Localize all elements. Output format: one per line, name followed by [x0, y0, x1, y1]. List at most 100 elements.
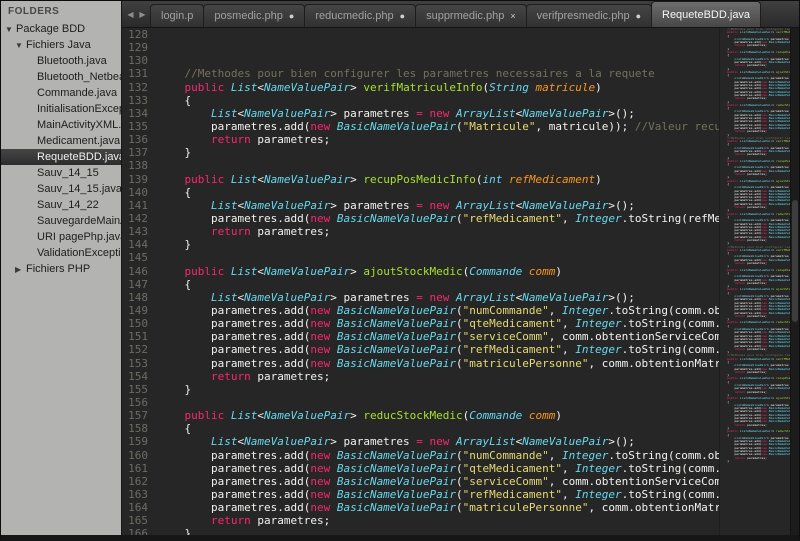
- sidebar-item[interactable]: ValidationExceptio: [1, 245, 121, 261]
- code-token: parametres.add(: [158, 343, 310, 356]
- tab-scroll-left-icon[interactable]: ◀: [126, 10, 135, 19]
- sidebar-item[interactable]: Sauv_14_22: [1, 197, 121, 213]
- main-area: ◀ ▶ login.pposmedic.php●reducmedic.php●s…: [122, 1, 799, 535]
- code-line[interactable]: 138: [122, 159, 719, 172]
- code-token: > parametres: [330, 291, 416, 304]
- code-line[interactable]: 165 return parametres;: [122, 514, 719, 527]
- line-number: 160: [122, 449, 158, 462]
- code-token: BasicNameValuePair: [769, 94, 790, 97]
- code-line[interactable]: 145: [122, 251, 719, 264]
- code-line[interactable]: 164 parametres.add(new BasicNameValuePai…: [122, 501, 719, 514]
- code-line[interactable]: 141 List<NameValuePair> parametres = new…: [122, 199, 719, 212]
- code-token: List: [231, 265, 258, 278]
- code-token: ,: [562, 343, 575, 356]
- code-line[interactable]: 160 parametres.add(new BasicNameValuePai…: [122, 449, 719, 462]
- code-line[interactable]: 128: [122, 28, 719, 41]
- sidebar-item[interactable]: URI pagePhp.java: [1, 229, 121, 245]
- editor[interactable]: 128129130131 //Methodes pour bien config…: [122, 28, 799, 535]
- minimap[interactable]: //Methodes pour bien configurer les para…: [719, 28, 790, 535]
- code-line[interactable]: 140 {: [122, 186, 719, 199]
- dirty-indicator[interactable]: ●: [636, 11, 641, 21]
- scrollbar-thumb[interactable]: [792, 200, 798, 322]
- code-line[interactable]: 153 parametres.add(new BasicNameValuePai…: [122, 357, 719, 370]
- code-line[interactable]: 142 parametres.add(new BasicNameValuePai…: [122, 212, 719, 225]
- close-icon[interactable]: ×: [510, 11, 515, 21]
- sidebar-item[interactable]: ▼Fichiers Java: [1, 37, 121, 53]
- code-line[interactable]: 146 public List<NameValuePair> ajoutStoc…: [122, 265, 719, 278]
- code-line[interactable]: 157 public List<NameValuePair> reducStoc…: [122, 409, 719, 422]
- sidebar-item[interactable]: Bluetooth.java: [1, 53, 121, 69]
- code-line[interactable]: 135 parametres.add(new BasicNameValuePai…: [122, 120, 719, 133]
- code-line[interactable]: 131 //Methodes pour bien configurer les …: [122, 67, 719, 80]
- sidebar-item[interactable]: MainActivityXML.x: [1, 117, 121, 133]
- editor-tab[interactable]: reducmedic.php●: [304, 4, 416, 27]
- code-token: (: [476, 173, 483, 186]
- code-token: parametres;: [745, 391, 767, 394]
- code-token: (: [456, 475, 463, 488]
- sidebar-item[interactable]: InitialisationExcep: [1, 101, 121, 117]
- code-line[interactable]: 161 parametres.add(new BasicNameValuePai…: [122, 462, 719, 475]
- code-line[interactable]: 150 parametres.add(new BasicNameValuePai…: [122, 317, 719, 330]
- sidebar-item[interactable]: Bluetooth_Netbea: [1, 69, 121, 85]
- sidebar-item[interactable]: ▼Package BDD: [1, 21, 121, 37]
- code-token: new: [310, 462, 337, 475]
- code-token: return: [734, 130, 745, 133]
- editor-tab[interactable]: supprmedic.php×: [415, 4, 527, 27]
- code-token: >: [350, 409, 363, 422]
- code-line[interactable]: 147 {: [122, 278, 719, 291]
- code-area[interactable]: 128129130131 //Methodes pour bien config…: [122, 28, 719, 535]
- code-line[interactable]: 130: [122, 54, 719, 67]
- code-line[interactable]: 143 return parametres;: [122, 225, 719, 238]
- code-line[interactable]: 156: [122, 396, 719, 409]
- editor-tab[interactable]: RequeteBDD.java: [651, 1, 761, 27]
- code-token: return: [211, 370, 251, 383]
- code-line[interactable]: 132 public List<NameValuePair> verifMatr…: [122, 81, 719, 94]
- sidebar-item[interactable]: SauvegardeMainA: [1, 213, 121, 229]
- code-token: Integer: [575, 488, 621, 501]
- dirty-indicator[interactable]: ●: [289, 11, 294, 21]
- code-line[interactable]: 154 return parametres;: [122, 370, 719, 383]
- code-line[interactable]: 166 }: [122, 527, 719, 535]
- code-line[interactable]: 159 List<NameValuePair> parametres = new…: [122, 435, 719, 448]
- code-token: //Methodes pour bien configurer les para…: [185, 67, 655, 80]
- vertical-scrollbar[interactable]: [790, 28, 799, 535]
- code-line[interactable]: 136 return parametres;: [122, 133, 719, 146]
- code-line[interactable]: 162 parametres.add(new BasicNameValuePai…: [122, 475, 719, 488]
- code-line[interactable]: 149 parametres.add(new BasicNameValuePai…: [122, 304, 719, 317]
- dirty-indicator[interactable]: ●: [400, 11, 405, 21]
- sidebar-item[interactable]: Sauv_14_15.java: [1, 181, 121, 197]
- code-token: .toString(comm.obtentionQteMedicament())…: [622, 317, 719, 330]
- code-token: BasicNameValuePair: [769, 279, 790, 282]
- code-line[interactable]: 151 parametres.add(new BasicNameValuePai…: [122, 330, 719, 343]
- editor-tab[interactable]: verifpresmedic.php●: [526, 4, 652, 27]
- code-token: NameValuePair: [264, 173, 350, 186]
- code-token: {: [158, 278, 191, 291]
- code-line[interactable]: 134 List<NameValuePair> parametres = new…: [122, 107, 719, 120]
- code-line[interactable]: 155 }: [122, 383, 719, 396]
- code-token: BasicNameValuePair: [769, 453, 790, 456]
- sidebar-item[interactable]: ▶Fichiers PHP: [1, 261, 121, 277]
- code-line[interactable]: 133 {: [122, 94, 719, 107]
- code-token: [158, 291, 211, 304]
- code-line[interactable]: 137 }: [122, 146, 719, 159]
- sidebar-item[interactable]: Medicament.java: [1, 133, 121, 149]
- code-line[interactable]: 129: [122, 41, 719, 54]
- line-number: 164: [122, 501, 158, 514]
- code-line[interactable]: 139 public List<NameValuePair> recupPosM…: [122, 173, 719, 186]
- editor-tab[interactable]: login.p: [150, 4, 204, 27]
- line-number: 153: [122, 357, 158, 370]
- code-line[interactable]: 158 {: [122, 422, 719, 435]
- tab-scroll-right-icon[interactable]: ▶: [138, 10, 147, 19]
- code-token: ,: [562, 462, 575, 475]
- code-line[interactable]: 148 List<NameValuePair> parametres = new…: [122, 291, 719, 304]
- code-token: parametres;: [251, 225, 330, 238]
- code-line[interactable]: 144 }: [122, 238, 719, 251]
- sidebar-item[interactable]: Sauv_14_15: [1, 165, 121, 181]
- code-line[interactable]: 152 parametres.add(new BasicNameValuePai…: [122, 343, 719, 356]
- sidebar-item[interactable]: RequeteBDD.java: [1, 149, 121, 165]
- code-line[interactable]: 163 parametres.add(new BasicNameValuePai…: [122, 488, 719, 501]
- sidebar-item[interactable]: Commande.java: [1, 85, 121, 101]
- code-token: NameValuePair: [264, 265, 350, 278]
- code-text: parametres.add(new BasicNameValuePair("r…: [158, 212, 719, 225]
- editor-tab[interactable]: posmedic.php●: [203, 4, 305, 27]
